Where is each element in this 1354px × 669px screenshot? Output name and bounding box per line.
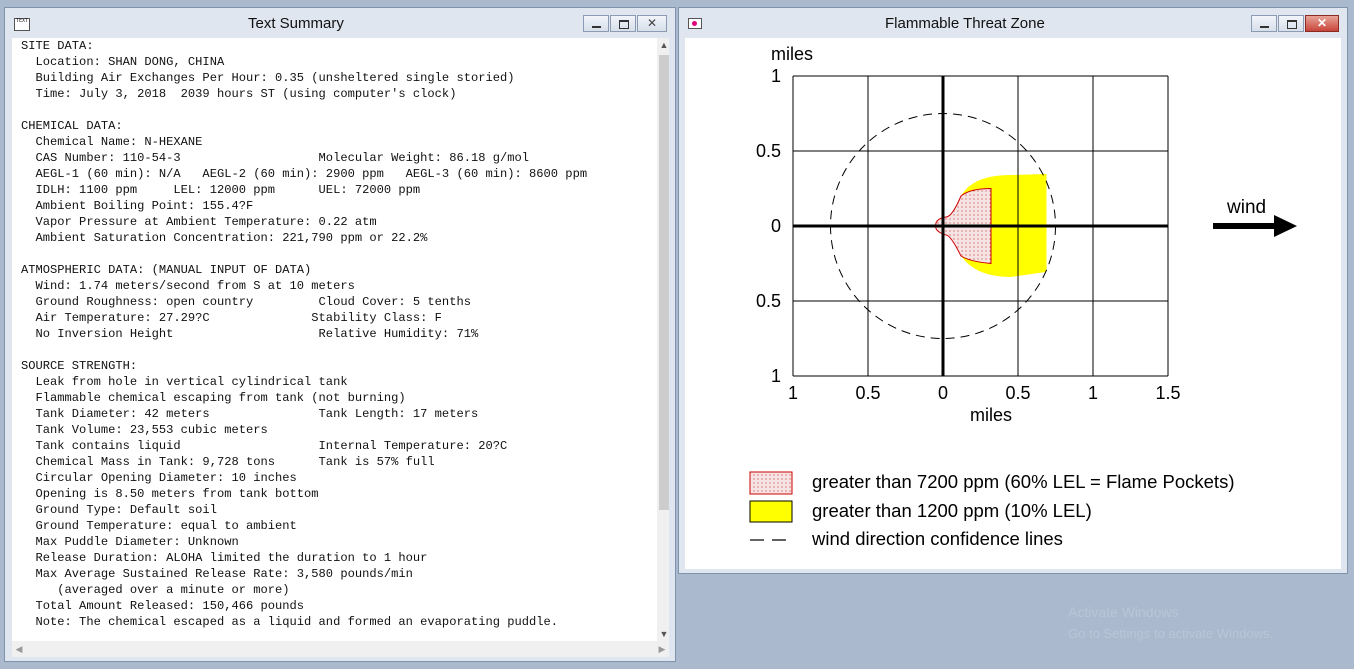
y-axis-label: miles [771,44,813,64]
scroll-up-arrow-icon[interactable]: ▲ [657,38,669,52]
threat-zone-chart: 1 0.5 0 0.5 1 1.510.500.51milesmiles wind gre… [749,44,1297,549]
text-summary-titlebar[interactable]: TEXT Text Summary [5,8,675,38]
window-title: Flammable Threat Zone [885,15,1045,32]
minimize-button[interactable] [1251,15,1277,32]
text-summary-content[interactable]: SITE DATA: Location: SHAN DONG, CHINA Bu… [12,38,669,641]
x-tick-label: 1 [1088,383,1098,403]
threat-zone-window: Flammable Threat Zone 1 0.5 0 0.5 1 1.5 1 0.5 0 0… [678,7,1348,574]
scroll-left-arrow-icon[interactable]: ◀ [12,641,26,657]
window-controls [582,15,667,33]
window-controls [1250,15,1339,33]
aloha-threat-zone-icon[interactable] [688,18,702,29]
desktop-watermark-line1: Activate Windows [1068,604,1179,620]
y-tick-label: 1 [771,366,781,386]
threat-zone-titlebar[interactable]: Flammable Threat Zone [679,8,1347,38]
vertical-scrollbar[interactable]: ▲ ▼ [657,38,669,641]
wind-arrow-icon [1213,215,1297,237]
x-tick-label: 0 [938,383,948,403]
legend-swatch-flame-pockets [749,471,793,495]
window-title: Text Summary [248,15,344,32]
y-tick-label: 0.5 [756,291,781,311]
legend-label-lel10: greater than 1200 ppm (10% LEL) [812,500,1092,521]
summary-text: SITE DATA: Location: SHAN DONG, CHINA Bu… [21,39,588,629]
scroll-right-arrow-icon[interactable]: ▶ [655,641,669,657]
text-document-icon[interactable]: TEXT [14,18,30,31]
x-tick-label: 0.5 [855,383,880,403]
horizontal-scrollbar[interactable]: ◀ ▶ [12,641,669,657]
scroll-down-arrow-icon[interactable]: ▼ [657,627,669,641]
y-tick-label: 0 [771,216,781,236]
legend-label-flame-pockets: greater than 7200 ppm (60% LEL = Flame P… [812,471,1234,492]
x-axis-label: miles [970,405,1012,425]
minimize-button[interactable] [583,15,609,32]
x-tick-label: 0.5 [1005,383,1030,403]
legend-label-confidence: wind direction confidence lines [811,528,1063,549]
y-tick-label: 1 [771,66,781,86]
maximize-button[interactable] [610,15,636,32]
maximize-button[interactable] [1278,15,1304,32]
x-tick-label: 1 [788,383,798,403]
wind-label: wind [1226,197,1266,218]
close-button[interactable] [637,15,667,32]
legend-swatch-lel10 [749,500,793,523]
close-button[interactable] [1305,15,1339,32]
y-tick-label: 0.5 [756,141,781,161]
desktop-watermark-line2: Go to Settings to activate Windows. [1068,626,1274,641]
scroll-thumb[interactable] [659,55,669,510]
text-summary-window: TEXT Text Summary SITE DATA: Location: S… [4,7,676,662]
chart-legend: greater than 7200 ppm (60% LEL = Flame P… [749,471,1234,549]
x-tick-label: 1.5 [1155,383,1180,403]
threat-zone-plot-area: 1 0.5 0 0.5 1 1.5 1 0.5 0 0.5 1 miles miles wind gre… [685,38,1341,569]
